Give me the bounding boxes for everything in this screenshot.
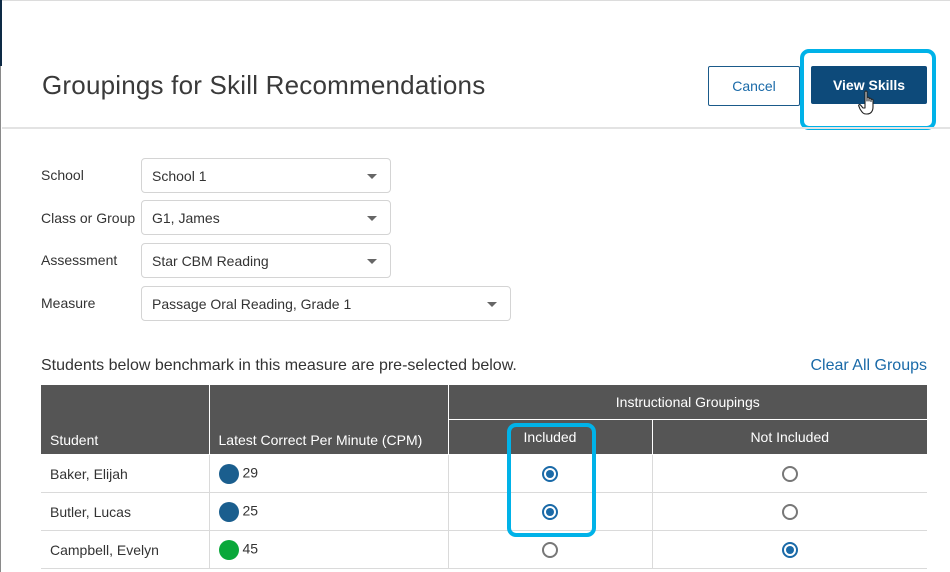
cancel-button[interactable]: Cancel [708, 66, 800, 106]
class-or-group-select-value: G1, James [152, 209, 220, 226]
column-header-instructional-groupings: Instructional Groupings [447, 384, 927, 420]
table-row: Butler, Lucas 25 [41, 492, 927, 531]
caret-down-icon [367, 216, 377, 221]
student-name: Campbell, Evelyn [41, 530, 209, 569]
measure-label: Measure [41, 295, 96, 311]
not-included-radio[interactable] [781, 542, 798, 559]
student-name: Butler, Lucas [41, 492, 209, 531]
column-header-included: Included [447, 419, 653, 455]
included-radio[interactable] [542, 466, 558, 483]
caret-down-icon [487, 302, 497, 307]
included-radio[interactable] [542, 504, 558, 521]
page-title: Groupings for Skill Recommendations [42, 70, 486, 100]
assessment-label: Assessment [41, 252, 118, 268]
not-included-radio[interactable] [781, 504, 798, 521]
table-row: Campbell, Evelyn 45 [41, 530, 927, 569]
top-border [0, 0, 950, 1]
cpm-value: 29 [242, 464, 259, 481]
cpm-cell: 25 [208, 492, 448, 531]
not-included-radio[interactable] [781, 466, 798, 483]
cpm-value: 25 [242, 502, 259, 519]
status-dot-icon [218, 501, 239, 522]
column-header-cpm: Latest Correct Per Minute (CPM) [208, 384, 449, 455]
column-header-student: Student [41, 384, 210, 455]
class-or-group-label: Class or Group [41, 210, 136, 226]
status-dot-icon [218, 463, 239, 484]
assessment-select[interactable]: Star CBM Reading [141, 243, 391, 278]
cpm-value: 45 [242, 540, 259, 557]
school-label: School [41, 167, 84, 183]
hand-cursor-icon [858, 90, 874, 115]
column-header-not-included: Not Included [651, 419, 927, 455]
included-radio[interactable] [542, 542, 558, 559]
cpm-cell: 45 [208, 530, 448, 569]
measure-select-value: Passage Oral Reading, Grade 1 [152, 295, 352, 312]
left-edge-accent [0, 0, 2, 66]
caret-down-icon [367, 174, 377, 179]
caret-down-icon [367, 259, 377, 264]
school-select-value: School 1 [152, 167, 207, 184]
student-name: Baker, Elijah [41, 454, 209, 493]
school-select[interactable]: School 1 [141, 158, 391, 193]
cpm-cell: 29 [208, 454, 448, 493]
measure-select[interactable]: Passage Oral Reading, Grade 1 [141, 286, 511, 321]
clear-all-groups-link[interactable]: Clear All Groups [811, 357, 928, 375]
left-edge-border [0, 66, 1, 572]
preselect-note: Students below benchmark in this measure… [41, 357, 517, 374]
header-divider [2, 127, 950, 129]
table-row: Baker, Elijah 29 [41, 454, 927, 493]
student-groupings-table: Student Latest Correct Per Minute (CPM) … [41, 384, 927, 569]
class-or-group-select[interactable]: G1, James [141, 200, 391, 235]
status-dot-icon [218, 539, 239, 560]
assessment-select-value: Star CBM Reading [152, 252, 269, 269]
